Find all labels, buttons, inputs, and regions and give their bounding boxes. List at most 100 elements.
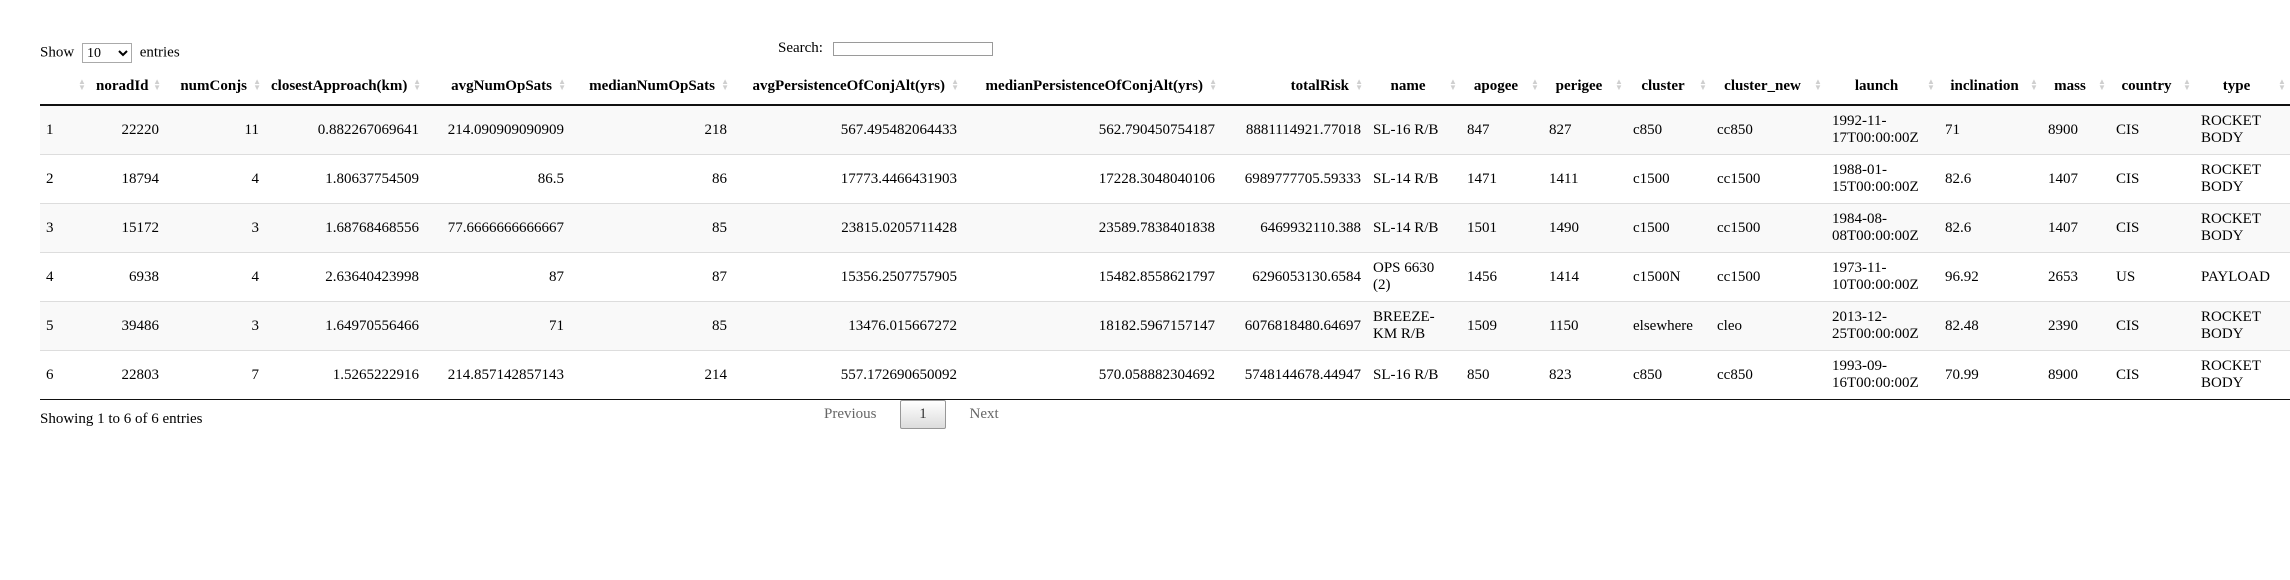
table-row: 5 39486 3 1.64970556466 71 85 13476.0156… bbox=[40, 301, 2290, 351]
sort-icon: ▲ ▼ bbox=[951, 77, 959, 92]
column-header-noradid[interactable]: noradId ▲ ▼ bbox=[90, 74, 165, 106]
cell-median-num-op-sats: 85 bbox=[570, 203, 733, 253]
column-header-numconjs[interactable]: numConjs ▲ ▼ bbox=[165, 74, 265, 106]
cell-cluster-new: cc850 bbox=[1711, 104, 1826, 155]
cell-type: ROCKET BODY bbox=[2195, 301, 2290, 351]
cell-cluster-new: cc1500 bbox=[1711, 252, 1826, 302]
sort-icon: ▲ ▼ bbox=[153, 77, 161, 92]
column-header-type[interactable]: type ▲ ▼ bbox=[2195, 74, 2290, 106]
cell-cluster: c1500N bbox=[1627, 252, 1711, 302]
cell-median-persistence: 570.058882304692 bbox=[963, 350, 1221, 400]
column-header-closest-approach[interactable]: closestApproach(km) ▲ ▼ bbox=[265, 74, 425, 106]
cell-avg-persistence: 13476.015667272 bbox=[733, 301, 963, 351]
column-header-total-risk[interactable]: totalRisk ▲ ▼ bbox=[1221, 74, 1367, 106]
table-controls: Show 10 entries Search: bbox=[40, 38, 2290, 68]
cell-launch: 1984-08-08T00:00:00Z bbox=[1826, 203, 1939, 253]
cell-country: CIS bbox=[2110, 104, 2195, 155]
sort-icon: ▲ ▼ bbox=[1699, 77, 1707, 92]
sort-icon: ▲ ▼ bbox=[413, 77, 421, 92]
cell-total-risk: 6296053130.6584 bbox=[1221, 252, 1367, 302]
sort-icon: ▲ ▼ bbox=[1355, 77, 1363, 92]
cell-country: CIS bbox=[2110, 301, 2195, 351]
sort-icon: ▲ ▼ bbox=[1927, 77, 1935, 92]
table-row: 1 22220 11 0.882267069641 214.0909090909… bbox=[40, 104, 2290, 155]
cell-name: BREEZE-KM R/B bbox=[1367, 301, 1461, 351]
sort-icon: ▲ ▼ bbox=[253, 77, 261, 92]
column-header-rownum[interactable]: ▲ ▼ bbox=[40, 74, 90, 106]
cell-noradid: 39486 bbox=[90, 301, 165, 351]
search-label: Search: bbox=[778, 40, 823, 56]
column-header-avg-num-op-sats[interactable]: avgNumOpSats ▲ ▼ bbox=[425, 74, 570, 106]
cell-launch: 1988-01-15T00:00:00Z bbox=[1826, 154, 1939, 204]
datatable-wrapper: Show 10 entries Search: ▲ ▼ noradId ▲ ▼ … bbox=[40, 38, 2290, 429]
column-header-avg-persistence[interactable]: avgPersistenceOfConjAlt(yrs) ▲ ▼ bbox=[733, 74, 963, 106]
cell-median-persistence: 562.790450754187 bbox=[963, 104, 1221, 155]
column-header-country[interactable]: country ▲ ▼ bbox=[2110, 74, 2195, 106]
cell-apogee: 1471 bbox=[1461, 154, 1543, 204]
sort-icon: ▲ ▼ bbox=[2278, 77, 2286, 92]
cell-avg-persistence: 557.172690650092 bbox=[733, 350, 963, 400]
sort-icon: ▲ ▼ bbox=[2030, 77, 2038, 92]
entries-per-page-select[interactable]: 10 bbox=[81, 43, 132, 63]
next-page-button[interactable]: Next bbox=[958, 400, 1011, 429]
cell-inclination: 70.99 bbox=[1939, 350, 2042, 400]
column-header-launch[interactable]: launch ▲ ▼ bbox=[1826, 74, 1939, 106]
cell-rownum: 3 bbox=[40, 203, 90, 253]
data-table: ▲ ▼ noradId ▲ ▼ numConjs ▲ ▼ closestApproach(… bbox=[40, 74, 2290, 400]
sort-icon: ▲ ▼ bbox=[78, 77, 86, 92]
cell-country: CIS bbox=[2110, 203, 2195, 253]
cell-numconjs: 11 bbox=[165, 104, 265, 155]
cell-type: PAYLOAD bbox=[2195, 252, 2290, 302]
column-header-median-num-op-sats[interactable]: medianNumOpSats ▲ ▼ bbox=[570, 74, 733, 106]
cell-country: US bbox=[2110, 252, 2195, 302]
column-header-mass[interactable]: mass ▲ ▼ bbox=[2042, 74, 2110, 106]
cell-avg-num-op-sats: 71 bbox=[425, 301, 570, 351]
cell-inclination: 96.92 bbox=[1939, 252, 2042, 302]
sort-icon: ▲ ▼ bbox=[1615, 77, 1623, 92]
column-header-cluster-new[interactable]: cluster_new ▲ ▼ bbox=[1711, 74, 1826, 106]
sort-icon: ▲ ▼ bbox=[2183, 77, 2191, 92]
cell-rownum: 1 bbox=[40, 104, 90, 155]
column-header-apogee[interactable]: apogee ▲ ▼ bbox=[1461, 74, 1543, 106]
cell-avg-persistence: 15356.2507757905 bbox=[733, 252, 963, 302]
cell-country: CIS bbox=[2110, 350, 2195, 400]
cell-mass: 2653 bbox=[2042, 252, 2110, 302]
cell-median-num-op-sats: 214 bbox=[570, 350, 733, 400]
cell-noradid: 22803 bbox=[90, 350, 165, 400]
cell-closest-approach: 1.80637754509 bbox=[265, 154, 425, 204]
cell-numconjs: 4 bbox=[165, 154, 265, 204]
cell-closest-approach: 2.63640423998 bbox=[265, 252, 425, 302]
sort-icon: ▲ ▼ bbox=[1449, 77, 1457, 92]
sort-icon: ▲ ▼ bbox=[558, 77, 566, 92]
cell-cluster: c850 bbox=[1627, 104, 1711, 155]
cell-mass: 2390 bbox=[2042, 301, 2110, 351]
cell-name: OPS 6630 (2) bbox=[1367, 252, 1461, 302]
previous-page-button[interactable]: Previous bbox=[812, 400, 889, 429]
cell-rownum: 4 bbox=[40, 252, 90, 302]
column-header-inclination[interactable]: inclination ▲ ▼ bbox=[1939, 74, 2042, 106]
cell-avg-persistence: 567.495482064433 bbox=[733, 104, 963, 155]
cell-total-risk: 5748144678.44947 bbox=[1221, 350, 1367, 400]
column-header-median-persistence[interactable]: medianPersistenceOfConjAlt(yrs) ▲ ▼ bbox=[963, 74, 1221, 106]
column-header-perigee[interactable]: perigee ▲ ▼ bbox=[1543, 74, 1627, 106]
cell-type: ROCKET BODY bbox=[2195, 154, 2290, 204]
cell-avg-num-op-sats: 86.5 bbox=[425, 154, 570, 204]
show-label: Show bbox=[40, 44, 75, 61]
cell-cluster: c1500 bbox=[1627, 154, 1711, 204]
cell-launch: 2013-12-25T00:00:00Z bbox=[1826, 301, 1939, 351]
page-1-button[interactable]: 1 bbox=[900, 400, 946, 429]
cell-numconjs: 3 bbox=[165, 301, 265, 351]
cell-apogee: 847 bbox=[1461, 104, 1543, 155]
cell-noradid: 15172 bbox=[90, 203, 165, 253]
cell-median-persistence: 17228.3048040106 bbox=[963, 154, 1221, 204]
entries-length-control: Show 10 entries bbox=[40, 43, 180, 63]
column-header-cluster[interactable]: cluster ▲ ▼ bbox=[1627, 74, 1711, 106]
cell-apogee: 850 bbox=[1461, 350, 1543, 400]
search-input[interactable] bbox=[832, 41, 993, 56]
cell-total-risk: 6076818480.64697 bbox=[1221, 301, 1367, 351]
cell-perigee: 823 bbox=[1543, 350, 1627, 400]
column-header-name[interactable]: name ▲ ▼ bbox=[1367, 74, 1461, 106]
cell-perigee: 1490 bbox=[1543, 203, 1627, 253]
sort-icon: ▲ ▼ bbox=[1209, 77, 1217, 92]
pagination: Previous 1 Next bbox=[808, 400, 1015, 429]
